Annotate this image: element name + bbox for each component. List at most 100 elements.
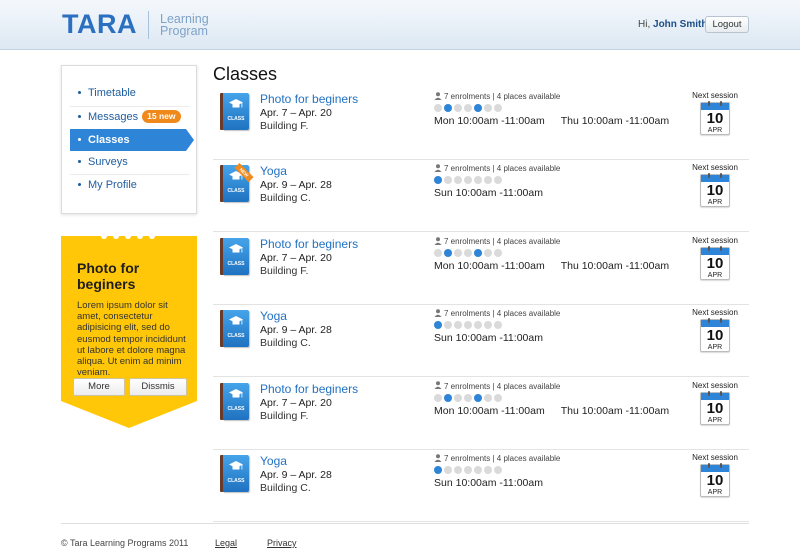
class-title-link[interactable]: Photo for beginers (260, 92, 358, 106)
session-dots (434, 393, 504, 402)
calendar-header (701, 247, 729, 255)
calendar-ring (720, 318, 722, 324)
promo-notch (125, 233, 131, 239)
calendar-icon[interactable]: 10 APR (700, 390, 730, 425)
messages-count-badge: 15 new (142, 109, 181, 123)
session-dot (484, 248, 492, 257)
class-schedule: Sun 10:00am -11:00am (434, 187, 559, 199)
class-title-link[interactable]: Yoga (260, 309, 287, 323)
calendar-icon[interactable]: 10 APR (700, 318, 730, 353)
logout-button[interactable]: Logout (705, 16, 749, 33)
session-dot (454, 393, 462, 402)
class-title-link[interactable]: Yoga (260, 454, 287, 468)
legal-link[interactable]: Legal (215, 538, 237, 548)
session-dot (474, 176, 482, 185)
session-dot (494, 104, 502, 112)
places-available: 4 places available (496, 381, 561, 391)
book-label: CLASS (227, 333, 245, 340)
promo-notch (149, 233, 155, 239)
session-dot (444, 466, 452, 474)
class-book-icon[interactable]: CLASS (220, 310, 249, 348)
session-dot (494, 176, 502, 185)
person-icon (434, 236, 442, 245)
session-time: Mon 10:00am -11:00am (434, 115, 545, 127)
class-dates: Apr. 9 – Apr. 28 (260, 324, 332, 337)
sidebar-item-surveys[interactable]: Surveys (70, 151, 190, 173)
calendar-header (701, 175, 729, 183)
calendar-day: 10 (706, 254, 724, 272)
more-button[interactable]: More (73, 378, 125, 396)
session-dot (444, 393, 452, 402)
privacy-link[interactable]: Privacy (267, 538, 297, 548)
session-dot (434, 104, 442, 112)
session-dots (434, 248, 504, 257)
class-building: Building F. (260, 264, 309, 277)
class-title-link[interactable]: Photo for beginers (260, 237, 358, 251)
calendar-ring (720, 245, 722, 251)
class-dates: Apr. 7 – Apr. 20 (260, 107, 332, 119)
greeting-prefix: Hi, (638, 19, 651, 30)
calendar-day: 10 (706, 472, 724, 489)
person-icon (434, 454, 442, 462)
sidebar-item-classes[interactable]: Classes (70, 129, 194, 151)
class-building: Building C. (260, 337, 311, 350)
logo-divider (148, 11, 149, 39)
class-row: CLASS Photo for beginers Apr. 7 – Apr. 20 B… (213, 378, 749, 450)
promo-title: Photo for beginers (77, 260, 140, 292)
class-book-icon[interactable]: CLASS NEW (220, 163, 254, 203)
person-icon (434, 381, 442, 390)
graduation-cap-icon (229, 461, 243, 470)
session-dots (434, 176, 504, 185)
session-dot (464, 321, 472, 330)
calendar-icon[interactable]: 10 APR (700, 173, 730, 208)
enrolment-info: 7 enrolments | 4 places available (434, 237, 560, 246)
dismiss-button[interactable]: Dissmis (129, 378, 187, 396)
copyright: © Tara Learning Programs 2011 (61, 538, 189, 548)
bullet-icon (78, 182, 81, 186)
book-label: CLASS (227, 405, 245, 412)
session-dot (494, 393, 502, 402)
calendar-icon[interactable]: 10 APR (700, 463, 730, 497)
book-label: CLASS (227, 478, 245, 484)
session-dot (444, 321, 452, 330)
sidebar-item-my-profile[interactable]: My Profile (70, 174, 190, 196)
calendar-ring (720, 101, 722, 106)
calendar-day: 10 (706, 110, 724, 127)
class-book-icon[interactable]: CLASS (220, 237, 249, 275)
calendar-ring (708, 173, 710, 179)
session-dot (484, 321, 492, 330)
sidebar-item-label: Messages (88, 111, 139, 123)
class-book-icon[interactable]: CLASS (220, 93, 249, 130)
class-book-icon[interactable]: CLASS (220, 455, 249, 492)
class-building: Building F. (260, 409, 309, 422)
session-dot (474, 104, 482, 112)
session-dot (464, 393, 472, 402)
enrolment-info: 7 enrolments | 4 places available (434, 454, 560, 463)
next-session-label: Next session (692, 163, 738, 173)
enrolment-count: 7 enrolments (444, 164, 491, 174)
next-session-label: Next session (692, 453, 738, 462)
places-available: 4 places available (496, 92, 561, 101)
calendar-month: APR (707, 127, 723, 134)
class-title-link[interactable]: Photo for beginers (260, 382, 358, 396)
session-dot (464, 248, 472, 257)
promo-arrow-tip (61, 401, 197, 428)
enrolment-count: 7 enrolments (444, 236, 491, 246)
sidebar-item-messages[interactable]: Messages 15 new (70, 106, 190, 128)
sidebar-item-timetable[interactable]: Timetable (70, 82, 190, 104)
book-label: CLASS (227, 188, 245, 195)
graduation-cap-icon (229, 243, 243, 253)
class-book-icon[interactable]: CLASS (220, 382, 249, 420)
session-dot (484, 393, 492, 402)
calendar-icon[interactable]: 10 APR (700, 101, 730, 135)
class-schedule: Mon 10:00am -11:00am Thu 10:00am -11:00am (434, 260, 669, 272)
sidebar-item-label: Surveys (88, 156, 128, 168)
bullet-icon (78, 114, 81, 118)
logo[interactable]: TARA (62, 9, 137, 40)
class-row: CLASS Yoga Apr. 9 – Apr. 28 Building C. 7 en… (213, 450, 749, 522)
places-available: 4 places available (496, 164, 561, 174)
calendar-icon[interactable]: 10 APR (700, 245, 730, 280)
class-schedule: Mon 10:00am -11:00am Thu 10:00am -11:00am (434, 405, 669, 417)
class-title-link[interactable]: Yoga (260, 164, 287, 178)
calendar-header (701, 465, 729, 472)
